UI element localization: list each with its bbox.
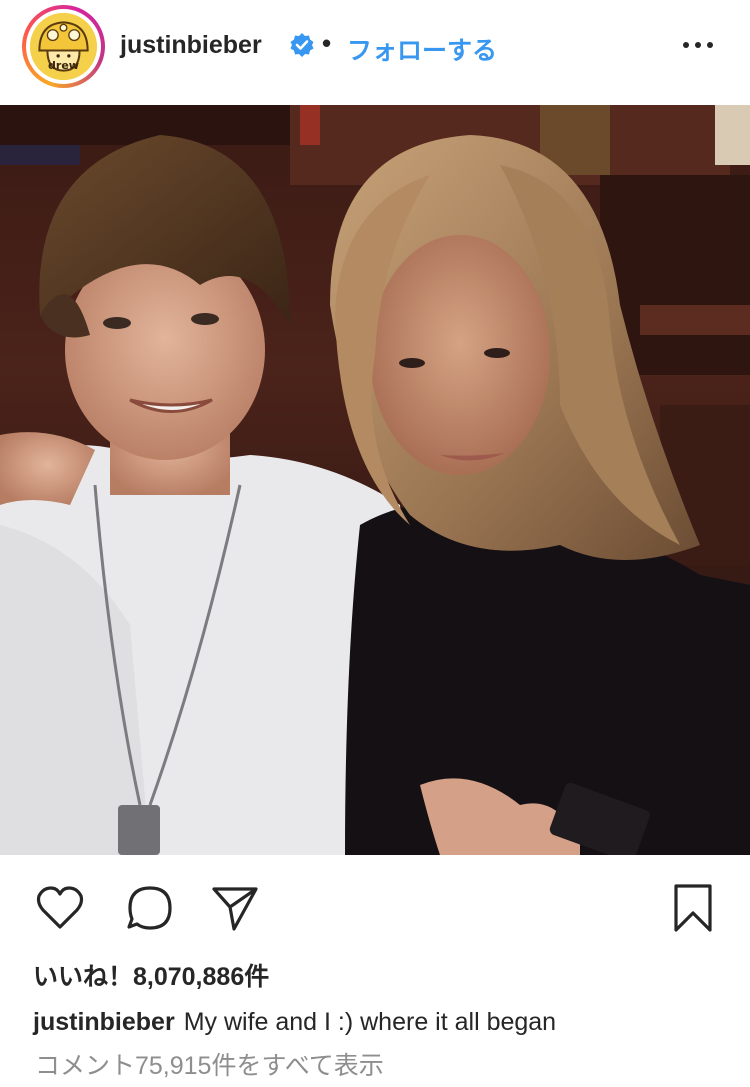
separator-dot: • xyxy=(322,28,332,58)
post-image[interactable] xyxy=(0,105,750,855)
caption-text: My wife and I :) where it all began xyxy=(183,1008,557,1036)
post-header: drew justinbieber • フォローする xyxy=(0,0,750,105)
heart-icon xyxy=(36,886,84,929)
save-button[interactable] xyxy=(668,883,718,933)
avatar[interactable]: drew xyxy=(22,5,105,88)
post-actions xyxy=(0,855,750,955)
avatar-text: drew xyxy=(48,58,79,72)
post-caption: justinbieber My wife and I :) where it al… xyxy=(33,1008,556,1037)
post-username[interactable]: justinbieber xyxy=(120,31,262,60)
verified-badge-icon xyxy=(290,33,314,57)
share-button[interactable] xyxy=(210,883,260,933)
bookmark-icon xyxy=(674,884,712,932)
like-count[interactable]: いいね！8,070,886件 xyxy=(33,957,269,993)
share-icon xyxy=(212,887,258,931)
caption-username[interactable]: justinbieber xyxy=(33,1008,175,1036)
comment-icon xyxy=(127,886,172,930)
more-options-icon[interactable] xyxy=(680,30,716,60)
view-all-comments-link[interactable]: コメント75,915件をすべて表示 xyxy=(35,1046,384,1082)
follow-button[interactable]: フォローする xyxy=(347,31,497,67)
post-photo xyxy=(0,105,750,855)
mushroom-drew-logo-icon: drew xyxy=(30,13,97,80)
comment-button[interactable] xyxy=(125,883,175,933)
like-button[interactable] xyxy=(35,883,85,933)
